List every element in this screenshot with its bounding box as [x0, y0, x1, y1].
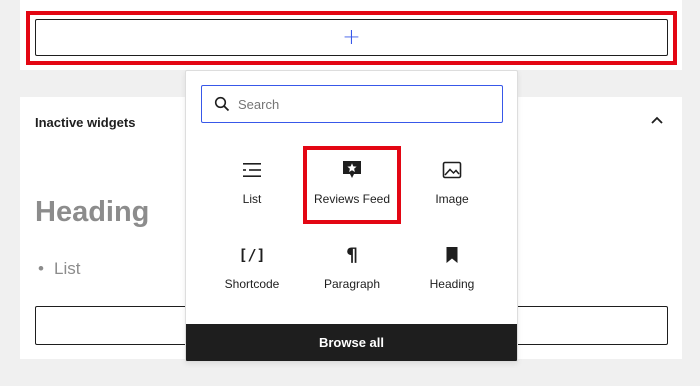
widget-list-item: List: [54, 259, 80, 279]
search-icon: [214, 96, 230, 112]
block-paragraph[interactable]: ¶ Paragraph: [303, 231, 401, 313]
block-label: Image: [435, 192, 469, 206]
paragraph-icon: ¶: [340, 243, 364, 267]
shortcode-icon: [/]: [238, 243, 266, 267]
block-shortcode[interactable]: [/] Shortcode: [203, 231, 301, 313]
browse-all-button[interactable]: Browse all: [186, 324, 517, 361]
shortcode-symbol: [/]: [238, 246, 266, 264]
widget-heading: Heading: [35, 196, 150, 228]
inactive-widgets-title: Inactive widgets: [35, 115, 136, 130]
block-heading[interactable]: Heading: [403, 231, 501, 313]
highlight-box-reviews-feed: [303, 146, 401, 224]
highlight-box-appender: [26, 11, 677, 65]
block-label: Shortcode: [224, 277, 280, 291]
search-input[interactable]: [238, 96, 478, 112]
block-image[interactable]: Image: [403, 146, 501, 228]
paragraph-symbol: ¶: [345, 244, 359, 266]
chevron-up-icon[interactable]: [649, 113, 665, 129]
image-icon: [440, 158, 464, 182]
list-icon: [240, 158, 264, 182]
block-label: Paragraph: [323, 277, 381, 291]
widget-list: List: [54, 259, 80, 279]
block-inserter-popover: List Reviews Feed Image [/] Shortcode ¶: [185, 70, 518, 362]
bookmark-icon: [440, 243, 464, 267]
block-label: List: [242, 192, 262, 206]
block-list[interactable]: List: [203, 146, 301, 228]
block-label: Heading: [429, 277, 475, 291]
search-box[interactable]: [201, 85, 503, 123]
